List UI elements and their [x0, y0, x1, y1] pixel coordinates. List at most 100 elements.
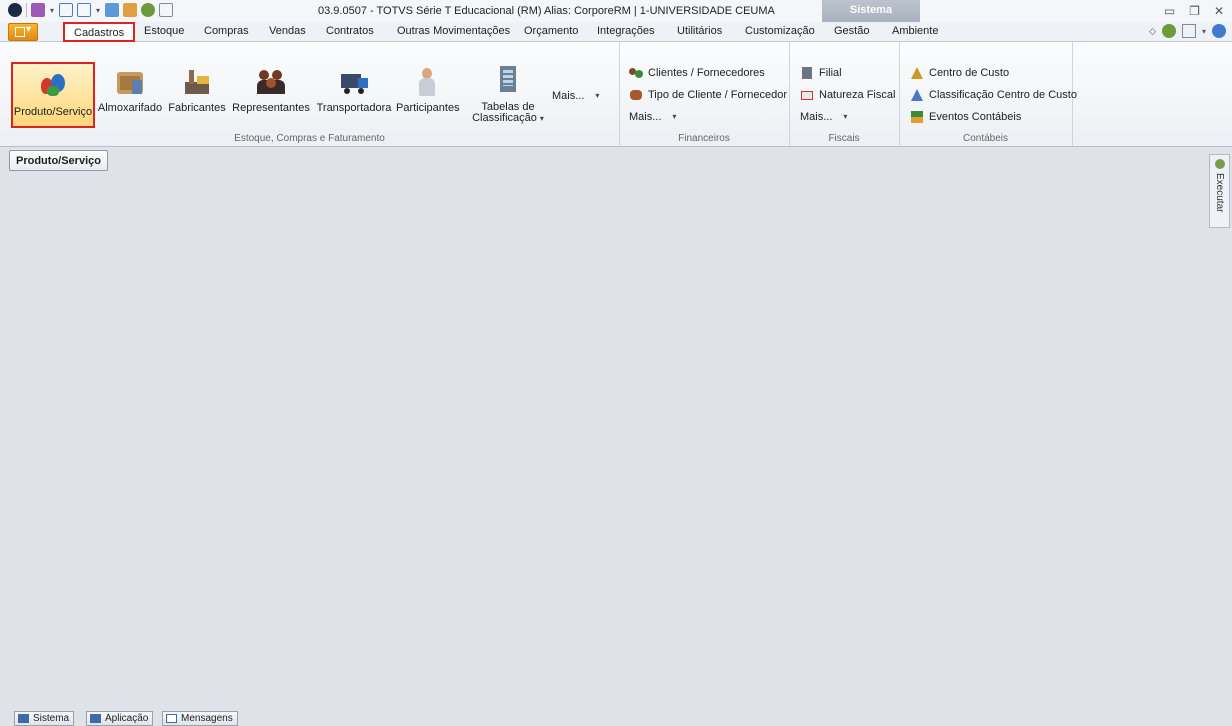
- truck-icon: [338, 66, 370, 98]
- classificacao-centro-custo-label: Classificação Centro de Custo: [929, 89, 1077, 101]
- tab-compras[interactable]: Compras: [204, 25, 249, 37]
- produto-servico-label: Produto/Serviço: [13, 106, 93, 118]
- refresh-icon[interactable]: [31, 3, 45, 17]
- window-icon[interactable]: [59, 3, 74, 17]
- run-icon[interactable]: [105, 3, 120, 17]
- representantes-button[interactable]: Representantes: [230, 60, 312, 126]
- fiscais-mais-label: Mais...: [800, 111, 833, 123]
- tab-utilitarios[interactable]: Utilitários: [677, 25, 722, 37]
- group-estoque-compras-faturamento: Produto/Serviço Almoxarifado Fabricantes: [0, 42, 620, 146]
- client-type-icon: [629, 88, 643, 102]
- financeiros-mais-button[interactable]: Mais... ▾: [629, 108, 676, 126]
- bottom-tab-bar: Sistema Aplicação Mensagens: [0, 711, 1232, 726]
- chevron-down-icon[interactable]: ▾: [1202, 27, 1206, 36]
- contabeis-label: Contábeis: [962, 133, 1009, 144]
- minimize-icon[interactable]: ▭: [1164, 4, 1175, 18]
- chevron-down-icon: ▾: [672, 112, 677, 121]
- person-icon: [411, 66, 443, 98]
- building-icon: [492, 64, 524, 96]
- executar-label: Executar: [1214, 173, 1225, 213]
- executar-side-panel[interactable]: Executar: [1209, 154, 1230, 228]
- collapse-ribbon-icon[interactable]: ◇: [1149, 26, 1156, 37]
- chevron-down-icon: ▾: [843, 112, 848, 121]
- window-controls: ▭ ❐ ✕: [1164, 4, 1224, 18]
- tab-contratos[interactable]: Contratos: [326, 25, 374, 37]
- layout-icon[interactable]: [1181, 24, 1196, 38]
- participantes-button[interactable]: Participantes: [396, 60, 460, 126]
- filial-button[interactable]: Filial: [800, 64, 842, 82]
- group1-mais-label: Mais...: [552, 90, 585, 102]
- transportadora-label: Transportadora: [316, 102, 392, 114]
- clientes-fornecedores-label: Clientes / Fornecedores: [648, 67, 765, 79]
- tab-vendas[interactable]: Vendas: [269, 25, 306, 37]
- fiscais-mais-button[interactable]: Mais... ▾: [800, 108, 847, 126]
- natureza-fiscal-label: Natureza Fiscal: [819, 89, 896, 101]
- chevron-down-icon: ▾: [595, 91, 600, 100]
- window-icon: [90, 714, 101, 723]
- copy-icon[interactable]: [159, 3, 174, 17]
- accounting-events-icon: [910, 110, 924, 124]
- app-menu-button[interactable]: [8, 23, 38, 41]
- group1-mais-button[interactable]: Mais... ▾: [552, 87, 599, 105]
- produto-servico-button[interactable]: Produto/Serviço: [11, 62, 95, 128]
- tabelas-classificacao-button[interactable]: Tabelas de Classificação ▾: [468, 58, 548, 124]
- eventos-contabeis-label: Eventos Contábeis: [929, 111, 1022, 123]
- factory-icon: [181, 66, 213, 98]
- cfop-icon: [800, 88, 814, 102]
- classification-icon: [910, 88, 924, 102]
- group-fiscais: Filial Natureza Fiscal Mais... ▾ Fiscais: [789, 42, 900, 146]
- people-group-icon: [255, 66, 287, 98]
- classificacao-centro-custo-button[interactable]: Classificação Centro de Custo: [910, 86, 1077, 104]
- gear-icon: [1215, 159, 1225, 169]
- restore-icon[interactable]: ❐: [1189, 4, 1200, 18]
- tools-icon[interactable]: [123, 3, 138, 17]
- group-contabeis: Centro de Custo Classificação Centro de …: [899, 42, 1077, 146]
- tab-customizacao[interactable]: Customização: [745, 25, 815, 37]
- financeiros-label: Financeiros: [678, 133, 730, 144]
- transportadora-button[interactable]: Transportadora: [313, 60, 395, 126]
- clientes-fornecedores-button[interactable]: Clientes / Fornecedores: [629, 64, 765, 82]
- tabelas-label-line2: Classificação: [472, 112, 537, 124]
- representantes-label: Representantes: [232, 102, 310, 114]
- warehouse-icon: [114, 66, 146, 98]
- globe-icon[interactable]: [1161, 24, 1176, 38]
- tab-outras-movimentacoes[interactable]: Outras Movimentações: [397, 25, 510, 37]
- group-financeiros: Clientes / Fornecedores Tipo de Cliente …: [619, 42, 790, 146]
- tab-gestao[interactable]: Gestão: [834, 25, 869, 37]
- group1-label: Estoque, Compras e Faturamento: [234, 133, 385, 144]
- centro-custo-label: Centro de Custo: [929, 67, 1010, 79]
- fabricantes-label: Fabricantes: [168, 102, 226, 114]
- ribbon-tab-strip: Cadastros Estoque Compras Vendas Contrat…: [0, 22, 1232, 42]
- document-tab-produto-servico[interactable]: Produto/Serviço: [9, 150, 108, 171]
- close-icon[interactable]: ✕: [1214, 4, 1224, 18]
- eventos-contabeis-button[interactable]: Eventos Contábeis: [910, 108, 1021, 126]
- window-title: 03.9.0507 - TOTVS Série T Educacional (R…: [318, 5, 775, 17]
- cost-center-icon: [910, 66, 924, 80]
- chevron-down-icon: ▾: [539, 114, 544, 123]
- quick-access-toolbar: ▾ ▾: [8, 3, 174, 17]
- tab-orcamento[interactable]: Orçamento: [524, 25, 578, 37]
- globe-icon[interactable]: [141, 3, 156, 17]
- ribbon-right-icons: ◇ ▾: [1149, 24, 1226, 38]
- fiscais-label: Fiscais: [828, 133, 860, 144]
- context-tab-sistema[interactable]: Sistema: [822, 0, 920, 22]
- tipo-cliente-fornecedor-button[interactable]: Tipo de Cliente / Fornecedor: [629, 86, 787, 104]
- fabricantes-button[interactable]: Fabricantes: [166, 60, 228, 126]
- tab-ambiente[interactable]: Ambiente: [892, 25, 938, 37]
- new-window-icon[interactable]: [77, 3, 92, 17]
- app-logo-icon: [8, 3, 22, 17]
- clients-icon: [629, 66, 643, 80]
- natureza-fiscal-button[interactable]: Natureza Fiscal: [800, 86, 895, 104]
- tabelas-label-line2-wrap: Classificação ▾: [468, 113, 548, 124]
- almoxarifado-button[interactable]: Almoxarifado: [96, 60, 164, 126]
- tab-integracoes[interactable]: Integrações: [597, 25, 654, 37]
- help-icon[interactable]: [1212, 24, 1226, 38]
- tab-estoque[interactable]: Estoque: [144, 25, 184, 37]
- tab-cadastros[interactable]: Cadastros: [63, 22, 136, 42]
- almoxarifado-label: Almoxarifado: [97, 102, 163, 114]
- title-bar: ▾ ▾ 03.9.0507 - TOTVS Série T Educaciona…: [0, 0, 1232, 22]
- separator: [26, 3, 27, 17]
- message-icon: [166, 714, 177, 723]
- financeiros-mais-label: Mais...: [629, 111, 662, 123]
- centro-custo-button[interactable]: Centro de Custo: [910, 64, 1009, 82]
